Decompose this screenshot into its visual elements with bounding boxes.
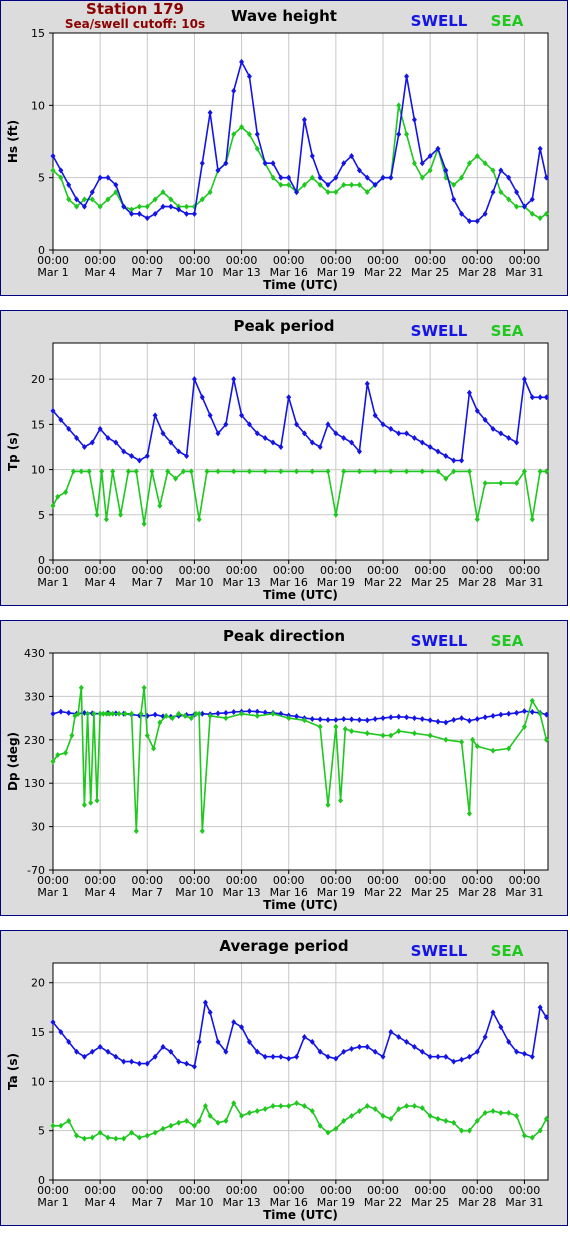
x-tick-date: Mar 10 bbox=[175, 576, 213, 589]
station-name: Station 179 bbox=[86, 0, 184, 18]
y-tick-label: 20 bbox=[31, 977, 45, 990]
x-tick-date: Mar 1 bbox=[37, 576, 68, 589]
plot-area bbox=[52, 32, 549, 251]
y-tick-label: 5 bbox=[38, 1125, 45, 1138]
x-axis-label: Time (UTC) bbox=[263, 278, 338, 292]
chart-panel-peak-direction: -70 30 130 230 330 430 00:00 Mar 1 00:00 Mar 4 00:… bbox=[0, 620, 568, 916]
chart-title: Peak direction bbox=[223, 627, 345, 645]
x-tick-date: Mar 4 bbox=[85, 886, 116, 899]
y-tick-label: 15 bbox=[31, 1026, 45, 1039]
x-tick-date: Mar 31 bbox=[505, 1196, 543, 1209]
y-axis-label: Dp (deg) bbox=[6, 732, 20, 791]
x-tick-date: Mar 28 bbox=[458, 576, 496, 589]
chart-title: Peak period bbox=[234, 317, 335, 335]
x-tick-date: Mar 10 bbox=[175, 1196, 213, 1209]
y-axis-label: Ta (s) bbox=[6, 1053, 20, 1090]
x-tick-date: Mar 4 bbox=[85, 576, 116, 589]
x-tick-date: Mar 22 bbox=[364, 576, 402, 589]
x-tick-date: Mar 7 bbox=[132, 886, 163, 899]
legend-sea: SEA bbox=[491, 322, 524, 340]
y-tick-label: 5 bbox=[38, 172, 45, 185]
x-tick-date: Mar 22 bbox=[364, 266, 402, 279]
legend-sea: SEA bbox=[491, 942, 524, 960]
x-tick-date: Mar 13 bbox=[222, 1196, 260, 1209]
x-tick-date: Mar 13 bbox=[222, 886, 260, 899]
y-tick-label: 230 bbox=[24, 734, 45, 747]
x-axis-label: Time (UTC) bbox=[263, 588, 338, 602]
legend-sea: SEA bbox=[491, 632, 524, 650]
y-tick-label: 20 bbox=[31, 373, 45, 386]
x-tick-date: Mar 10 bbox=[175, 886, 213, 899]
x-tick-date: Mar 4 bbox=[85, 266, 116, 279]
x-tick-date: Mar 25 bbox=[411, 266, 449, 279]
plot-area bbox=[52, 652, 549, 871]
plot-area bbox=[52, 962, 549, 1181]
x-tick-date: Mar 25 bbox=[411, 1196, 449, 1209]
x-tick-date: Mar 1 bbox=[37, 266, 68, 279]
x-tick-date: Mar 31 bbox=[505, 576, 543, 589]
y-tick-label: 330 bbox=[24, 690, 45, 703]
y-tick-label: 10 bbox=[31, 1075, 45, 1088]
x-axis-label: Time (UTC) bbox=[263, 898, 338, 912]
chart-svg: 05101500:00Mar 100:00Mar 400:00Mar 700:0… bbox=[6, 7, 549, 292]
y-tick-label: 5 bbox=[38, 509, 45, 522]
x-tick-date: Mar 31 bbox=[505, 886, 543, 899]
x-tick-date: Mar 22 bbox=[364, 886, 402, 899]
chart-svg: 0510152000:00Mar 100:00Mar 400:00Mar 700… bbox=[6, 317, 549, 602]
y-tick-label: 130 bbox=[24, 777, 45, 790]
chart-panel-peak-period: 0 5 10 15 20 00:00 Mar 1 00:00 Mar 4 00:00 Mar 7 00… bbox=[0, 310, 568, 606]
chart-svg: 0510152000:00Mar 100:00Mar 400:00Mar 700… bbox=[6, 937, 549, 1222]
chart-panel-wave-height: 0 5 10 15 00:00 Mar 1 00:00 Mar 4 00:00 Mar 7 00:0… bbox=[0, 0, 568, 296]
x-tick-date: Mar 7 bbox=[132, 1196, 163, 1209]
x-tick-date: Mar 28 bbox=[458, 1196, 496, 1209]
station-header: Station 179 Sea/swell cutoff: 10s bbox=[40, 2, 230, 32]
y-tick-label: 30 bbox=[31, 821, 45, 834]
legend-swell: SWELL bbox=[411, 632, 468, 650]
chart-title: Wave height bbox=[231, 7, 337, 25]
chart-svg: -703013023033043000:00Mar 100:00Mar 400:… bbox=[6, 627, 549, 912]
y-axis-label: Tp (s) bbox=[6, 432, 20, 471]
x-tick-date: Mar 1 bbox=[37, 886, 68, 899]
x-tick-date: Mar 31 bbox=[505, 266, 543, 279]
x-tick-date: Mar 22 bbox=[364, 1196, 402, 1209]
legend-swell: SWELL bbox=[411, 942, 468, 960]
y-tick-label: 10 bbox=[31, 99, 45, 112]
legend-swell: SWELL bbox=[411, 12, 468, 30]
y-axis-label: Hs (ft) bbox=[6, 120, 20, 163]
y-tick-label: 430 bbox=[24, 647, 45, 660]
x-tick-date: Mar 25 bbox=[411, 886, 449, 899]
x-tick-date: Mar 28 bbox=[458, 886, 496, 899]
x-tick-date: Mar 13 bbox=[222, 266, 260, 279]
x-tick-date: Mar 28 bbox=[458, 266, 496, 279]
y-tick-label: 15 bbox=[31, 418, 45, 431]
chart-title: Average period bbox=[219, 937, 348, 955]
x-tick-date: Mar 13 bbox=[222, 576, 260, 589]
chart-panel-average-period: 0 5 10 15 20 00:00 Mar 1 00:00 Mar 4 00:00 Mar 7 00… bbox=[0, 930, 568, 1226]
x-tick-date: Mar 10 bbox=[175, 266, 213, 279]
cutoff-note: Sea/swell cutoff: 10s bbox=[64, 17, 206, 31]
x-tick-date: Mar 1 bbox=[37, 1196, 68, 1209]
x-tick-date: Mar 25 bbox=[411, 576, 449, 589]
x-tick-date: Mar 7 bbox=[132, 576, 163, 589]
x-tick-date: Mar 4 bbox=[85, 1196, 116, 1209]
plot-area bbox=[52, 342, 549, 561]
legend-sea: SEA bbox=[491, 12, 524, 30]
x-axis-label: Time (UTC) bbox=[263, 1208, 338, 1222]
legend-swell: SWELL bbox=[411, 322, 468, 340]
x-tick-date: Mar 7 bbox=[132, 266, 163, 279]
y-tick-label: 10 bbox=[31, 464, 45, 477]
